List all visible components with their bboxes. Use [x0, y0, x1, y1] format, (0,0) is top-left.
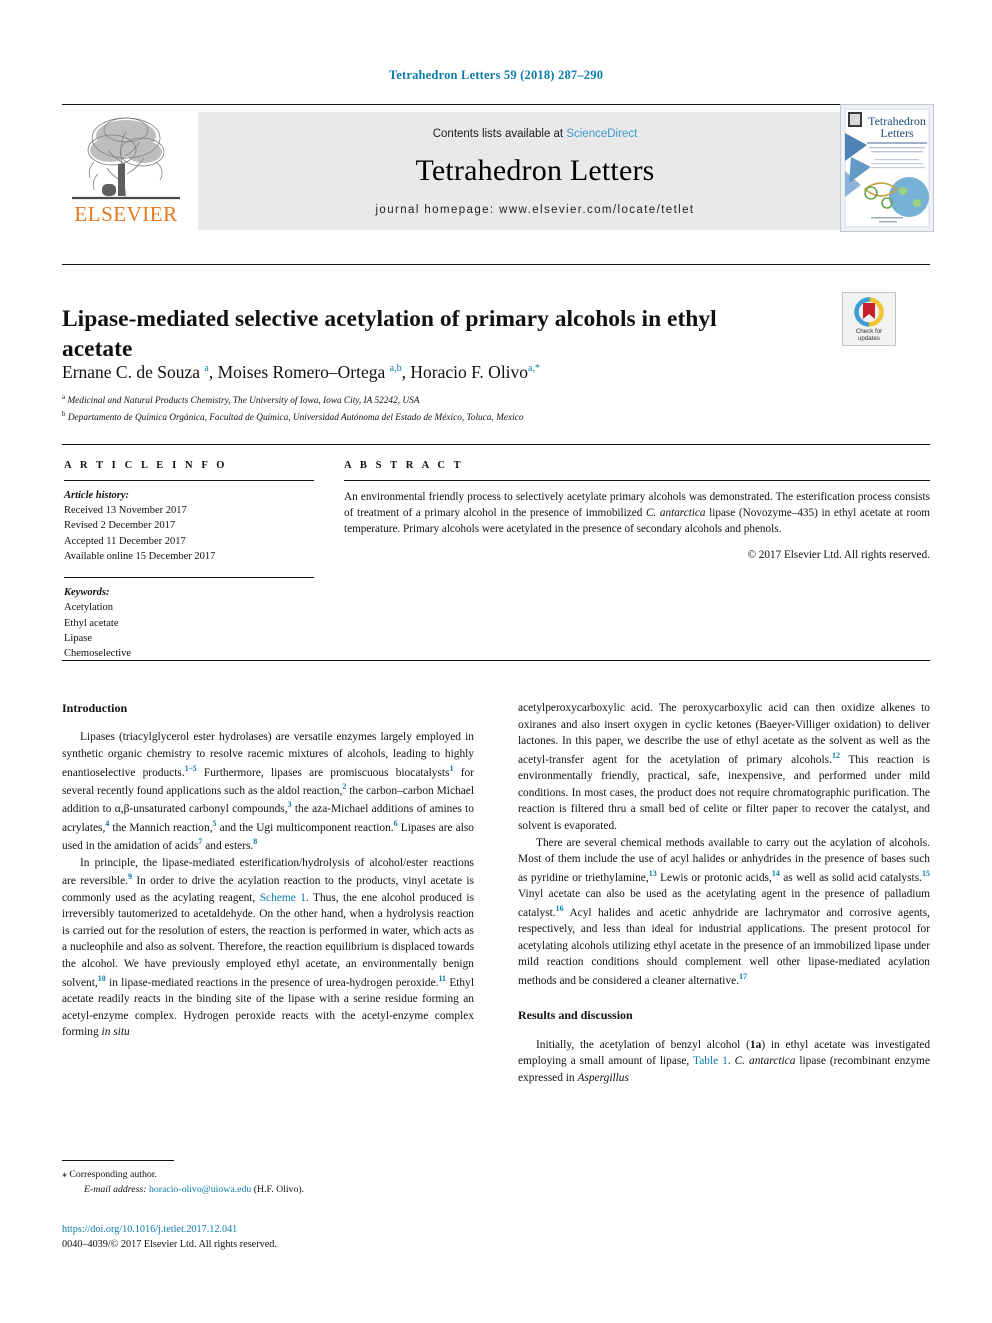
- abstract-heading: A B S T R A C T: [344, 460, 464, 471]
- article-history-block: Article history: Received 13 November 20…: [64, 488, 314, 564]
- contents-list-line: Contents lists available at ScienceDirec…: [198, 128, 872, 140]
- sciencedirect-link[interactable]: ScienceDirect: [566, 128, 637, 140]
- footnote-block: ⁎ Corresponding author. E-mail address: …: [62, 1160, 474, 1197]
- keyword-item: Acetylation: [64, 602, 113, 614]
- crossmark-line1: Check for: [855, 327, 883, 335]
- keywords-block: Keywords: Acetylation Ethyl acetate Lipa…: [64, 585, 314, 661]
- abstract-copyright: © 2017 Elsevier Ltd. All rights reserved…: [747, 548, 931, 561]
- title-top-rule: [62, 264, 930, 265]
- section-heading-introduction: Introduction: [62, 701, 128, 715]
- article-info-rule: [64, 480, 314, 481]
- info-bottom-rule: [62, 660, 930, 661]
- crossmark-badge[interactable]: Check for updates: [842, 292, 896, 346]
- crossmark-line2: updates: [857, 334, 881, 342]
- paragraph: acetylperoxycarboxylic acid. The peroxyc…: [518, 702, 930, 832]
- affiliations: a Medicinal and Natural Products Chemist…: [62, 392, 862, 425]
- keywords-label: Keywords:: [64, 587, 110, 599]
- paper-page: Tetrahedron Letters 59 (2018) 287–290 EL…: [0, 0, 992, 1323]
- history-item: Available online 15 December 2017: [64, 550, 216, 562]
- footer-block: https://doi.org/10.1016/j.tetlet.2017.12…: [62, 1222, 492, 1253]
- journal-title: Tetrahedron Letters: [415, 154, 655, 187]
- abstract-column: A B S T R A C T An environmental friendl…: [344, 460, 930, 561]
- elsevier-wordmark: ELSEVIER: [74, 202, 178, 226]
- history-item: Revised 2 December 2017: [64, 520, 176, 532]
- affiliation-b: b Departamento de Química Orgánica, Facu…: [62, 409, 524, 423]
- author-list: Ernane C. de Souza a, Moises Romero–Orte…: [62, 362, 540, 382]
- page-title: Lipase-mediated selective acetylation of…: [62, 305, 717, 362]
- paragraph: In principle, the lipase-mediated esteri…: [62, 856, 474, 1039]
- masthead-band: Contents lists available at ScienceDirec…: [198, 112, 872, 230]
- history-item: Accepted 11 December 2017: [64, 535, 186, 547]
- info-top-rule: [62, 444, 930, 445]
- affiliation-a-text: Medicinal and Natural Products Chemistry…: [67, 396, 420, 407]
- email-suffix: (H.F. Olivo).: [251, 1183, 305, 1195]
- journal-masthead: ELSEVIER Contents lists available at Sci…: [62, 104, 930, 232]
- email-link[interactable]: horacio-olivo@uiowa.edu: [149, 1184, 251, 1195]
- svg-text:Letters: Letters: [880, 126, 914, 140]
- abstract-rule: [344, 480, 930, 481]
- journal-cover-thumbnail: Tetrahedron Letters: [840, 104, 934, 232]
- history-item: Received 13 November 2017: [64, 505, 187, 517]
- email-note: E-mail address: horacio-olivo@uiowa.edu …: [62, 1183, 474, 1198]
- article-history-label: Article history:: [64, 490, 130, 501]
- keyword-item: Lipase: [64, 632, 92, 644]
- doi-link[interactable]: https://doi.org/10.1016/j.tetlet.2017.12…: [62, 1222, 492, 1237]
- article-info-column: A R T I C L E I N F O Article history: R…: [64, 460, 314, 661]
- keyword-item: Ethyl acetate: [64, 617, 119, 629]
- running-head: Tetrahedron Letters 59 (2018) 287–290: [388, 68, 604, 82]
- masthead-top-rule: [62, 104, 872, 105]
- keyword-item: Chemoselective: [64, 647, 132, 659]
- affiliation-a: a Medicinal and Natural Products Chemist…: [62, 393, 420, 407]
- journal-homepage[interactable]: journal homepage: www.elsevier.com/locat…: [198, 204, 872, 216]
- keywords-rule: [64, 577, 314, 579]
- body-column-left: Introduction Lipases (triacylglycerol es…: [62, 700, 474, 1041]
- paragraph: Lipases (triacylglycerol ester hydrolase…: [62, 731, 474, 852]
- affiliation-b-text: Departamento de Química Orgánica, Facult…: [67, 412, 524, 423]
- abstract-text: An environmental friendly process to sel…: [344, 491, 931, 535]
- elsevier-logo: ELSEVIER: [62, 112, 190, 232]
- paragraph: Initially, the acetylation of benzyl alc…: [518, 1038, 931, 1084]
- corresponding-author-note: ⁎ Corresponding author.: [62, 1169, 157, 1180]
- issn-copyright-line: 0040–4039/© 2017 Elsevier Ltd. All right…: [62, 1239, 277, 1251]
- article-info-heading: A R T I C L E I N F O: [64, 460, 228, 471]
- elsevier-tree-icon: [72, 117, 180, 200]
- footnote-rule: [62, 1160, 174, 1161]
- paragraph: There are several chemical methods avail…: [518, 836, 930, 987]
- crossmark-label: Check for updates: [843, 328, 895, 342]
- section-heading-results: Results and discussion: [518, 1008, 633, 1023]
- contents-prefix: Contents lists available at: [432, 128, 567, 140]
- journal-cover-art: Tetrahedron Letters: [841, 105, 933, 231]
- body-column-right: acetylperoxycarboxylic acid. The peroxyc…: [518, 700, 930, 1087]
- email-label: E-mail address:: [84, 1183, 147, 1195]
